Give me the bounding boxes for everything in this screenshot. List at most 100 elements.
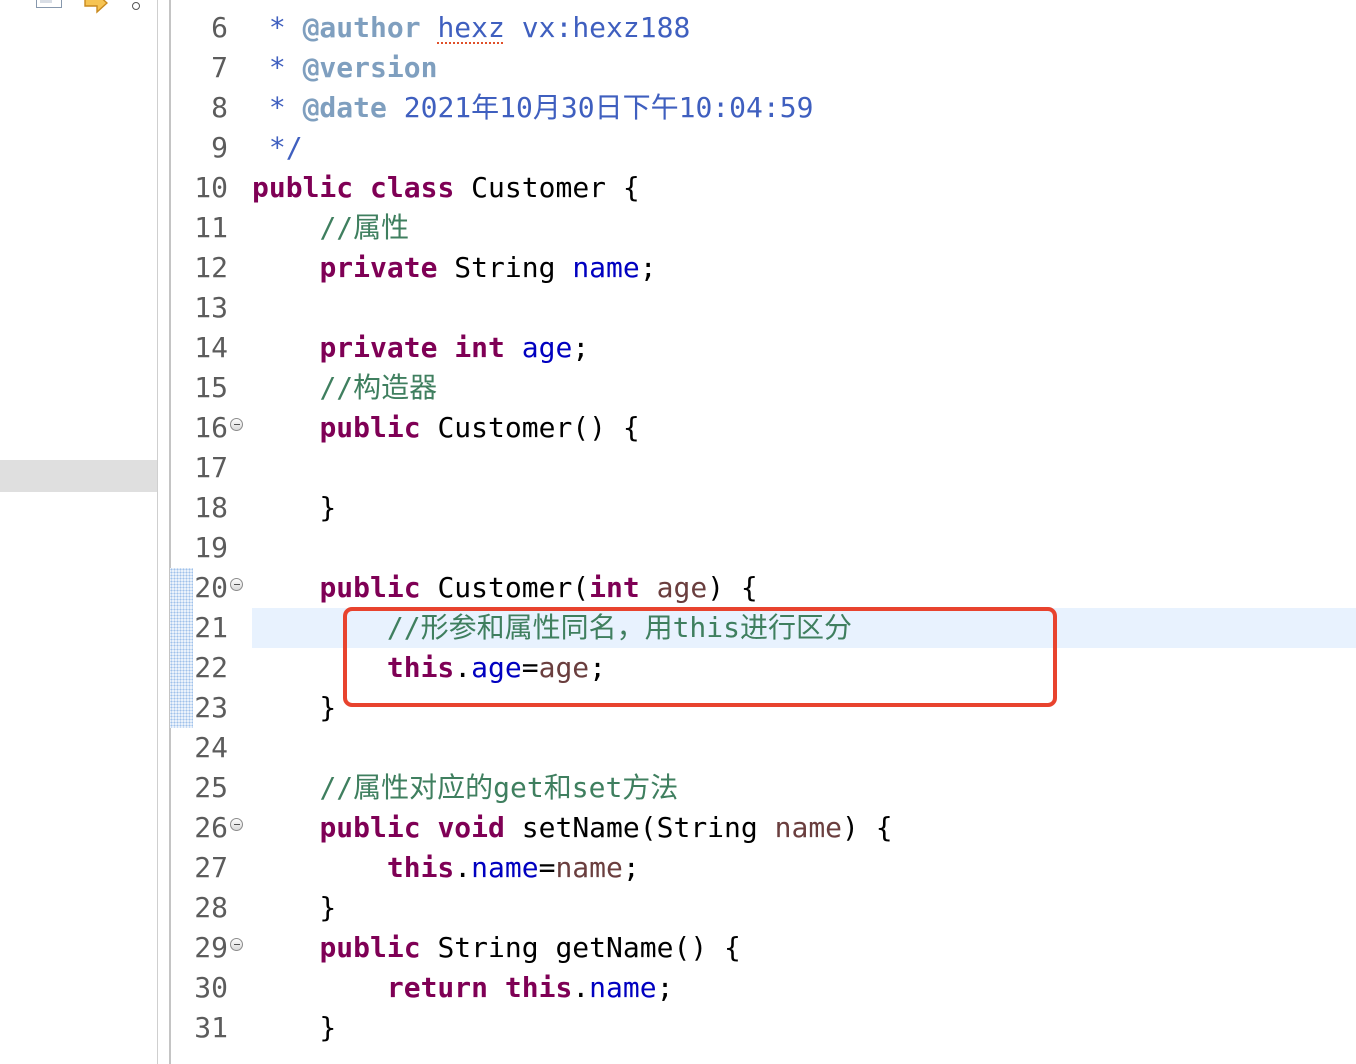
plain-token: Customer() { <box>420 411 640 444</box>
misspelled-word: hexz <box>437 11 505 44</box>
fold-gutter-cell <box>228 88 252 128</box>
comment-token: //属性对应的get和set方法 <box>319 771 679 804</box>
quick-diff-ruler-cell <box>170 8 193 48</box>
keyword-token: void <box>437 811 505 844</box>
fold-gutter-cell <box>228 8 252 48</box>
editor-line: 6 * @author hexz vx:hexz188 <box>170 8 1356 48</box>
editor-line: 11 //属性 <box>170 208 1356 248</box>
code-line[interactable]: this.name=name; <box>252 848 1356 888</box>
plain-token: setName(String <box>504 811 775 844</box>
line-number: 6 <box>211 11 228 44</box>
quick-diff-ruler-cell <box>170 368 193 408</box>
line-number: 13 <box>194 291 228 324</box>
fold-collapse-icon[interactable] <box>230 818 243 831</box>
fold-gutter-cell <box>228 1008 252 1048</box>
code-line[interactable]: */ <box>252 128 1356 168</box>
plain-token: = <box>538 851 556 884</box>
quick-diff-change-marker <box>170 568 193 608</box>
line-number: 7 <box>211 51 228 84</box>
editor-line: 9 */ <box>170 128 1356 168</box>
code-line[interactable]: } <box>252 688 1356 728</box>
code-line[interactable]: } <box>252 1008 1356 1048</box>
quick-diff-ruler-cell <box>170 528 193 568</box>
code-line[interactable]: public class Customer { <box>252 168 1356 208</box>
quick-diff-ruler-cell <box>170 808 193 848</box>
javadoc-token: */ <box>252 131 303 164</box>
quick-diff-ruler-cell <box>170 928 193 968</box>
keyword-token: this <box>504 971 573 1004</box>
fold-gutter-cell <box>228 928 252 968</box>
code-line[interactable]: * @author hexz vx:hexz188 <box>252 8 1356 48</box>
editor-line: 26 public void setName(String name) { <box>170 808 1356 848</box>
editor-line: 25 //属性对应的get和set方法 <box>170 768 1356 808</box>
editor-line: 12 private String name; <box>170 248 1356 288</box>
line-number: 21 <box>194 611 228 644</box>
fold-gutter-cell <box>228 888 252 928</box>
code-line[interactable]: public void setName(String name) { <box>252 808 1356 848</box>
javadoc-token: * <box>252 91 303 124</box>
code-line[interactable] <box>252 528 1356 568</box>
code-line[interactable]: private String name; <box>252 248 1356 288</box>
code-line[interactable]: public Customer(int age) { <box>252 568 1356 608</box>
editor-line: 13 <box>170 288 1356 328</box>
code-line[interactable]: * @version <box>252 48 1356 88</box>
line-number: 23 <box>194 691 228 724</box>
param-token: name <box>774 811 843 844</box>
param-token: age <box>538 651 590 684</box>
plain-token: } <box>252 891 337 924</box>
fold-gutter-cell <box>228 688 252 728</box>
code-line[interactable]: //属性对应的get和set方法 <box>252 768 1356 808</box>
code-line[interactable]: public Customer() { <box>252 408 1356 448</box>
link-with-editor-icon[interactable] <box>84 0 108 14</box>
code-line[interactable]: } <box>252 888 1356 928</box>
param-token: name <box>555 851 623 884</box>
editor-line: 29 public String getName() { <box>170 928 1356 968</box>
keyword-token: public <box>319 931 421 964</box>
editor-line: 23 } <box>170 688 1356 728</box>
code-line[interactable]: return this.name; <box>252 968 1356 1008</box>
line-number: 17 <box>194 451 228 484</box>
plain-token: } <box>252 691 337 724</box>
collapse-all-icon[interactable] <box>36 0 62 8</box>
code-line[interactable] <box>252 288 1356 328</box>
editor-line: 17 <box>170 448 1356 488</box>
editor-line: 19 <box>170 528 1356 568</box>
code-line[interactable] <box>252 448 1356 488</box>
code-line[interactable]: //属性 <box>252 208 1356 248</box>
javadoc-token: vx:hexz188 <box>504 11 691 44</box>
code-line[interactable] <box>252 728 1356 768</box>
field-token: name <box>471 851 539 884</box>
fold-collapse-icon[interactable] <box>230 578 243 591</box>
code-line-current[interactable]: //形参和属性同名，用this进行区分 <box>252 608 1356 648</box>
editor-line: 21 //形参和属性同名，用this进行区分 <box>170 608 1356 648</box>
plain-token: Customer { <box>454 171 640 204</box>
line-number: 27 <box>194 851 228 884</box>
code-line[interactable]: } <box>252 488 1356 528</box>
line-number: 30 <box>194 971 228 1004</box>
code-line[interactable]: private int age; <box>252 328 1356 368</box>
code-editor[interactable]: 6 * @author hexz vx:hexz188 7 * @version 8… <box>170 8 1356 1058</box>
fold-gutter-cell <box>228 968 252 1008</box>
line-number: 28 <box>194 891 228 924</box>
code-line[interactable]: public String getName() { <box>252 928 1356 968</box>
plain-token: . <box>572 971 590 1004</box>
code-line[interactable]: this.age=age; <box>252 648 1356 688</box>
code-line[interactable]: //构造器 <box>252 368 1356 408</box>
fold-collapse-icon[interactable] <box>230 938 243 951</box>
comment-token: //形参和属性同名，用this进行区分 <box>386 611 853 644</box>
keyword-token: public <box>252 171 354 204</box>
quick-diff-ruler-cell <box>170 888 193 928</box>
view-menu-icon[interactable] <box>132 2 140 10</box>
line-number: 22 <box>194 651 228 684</box>
tree-item-selected[interactable] <box>0 460 157 492</box>
code-line[interactable]: * @date 2021年10月30日下午10:04:59 <box>252 88 1356 128</box>
quick-diff-ruler-cell <box>170 88 193 128</box>
fold-collapse-icon[interactable] <box>230 418 243 431</box>
fold-gutter-cell <box>228 488 252 528</box>
